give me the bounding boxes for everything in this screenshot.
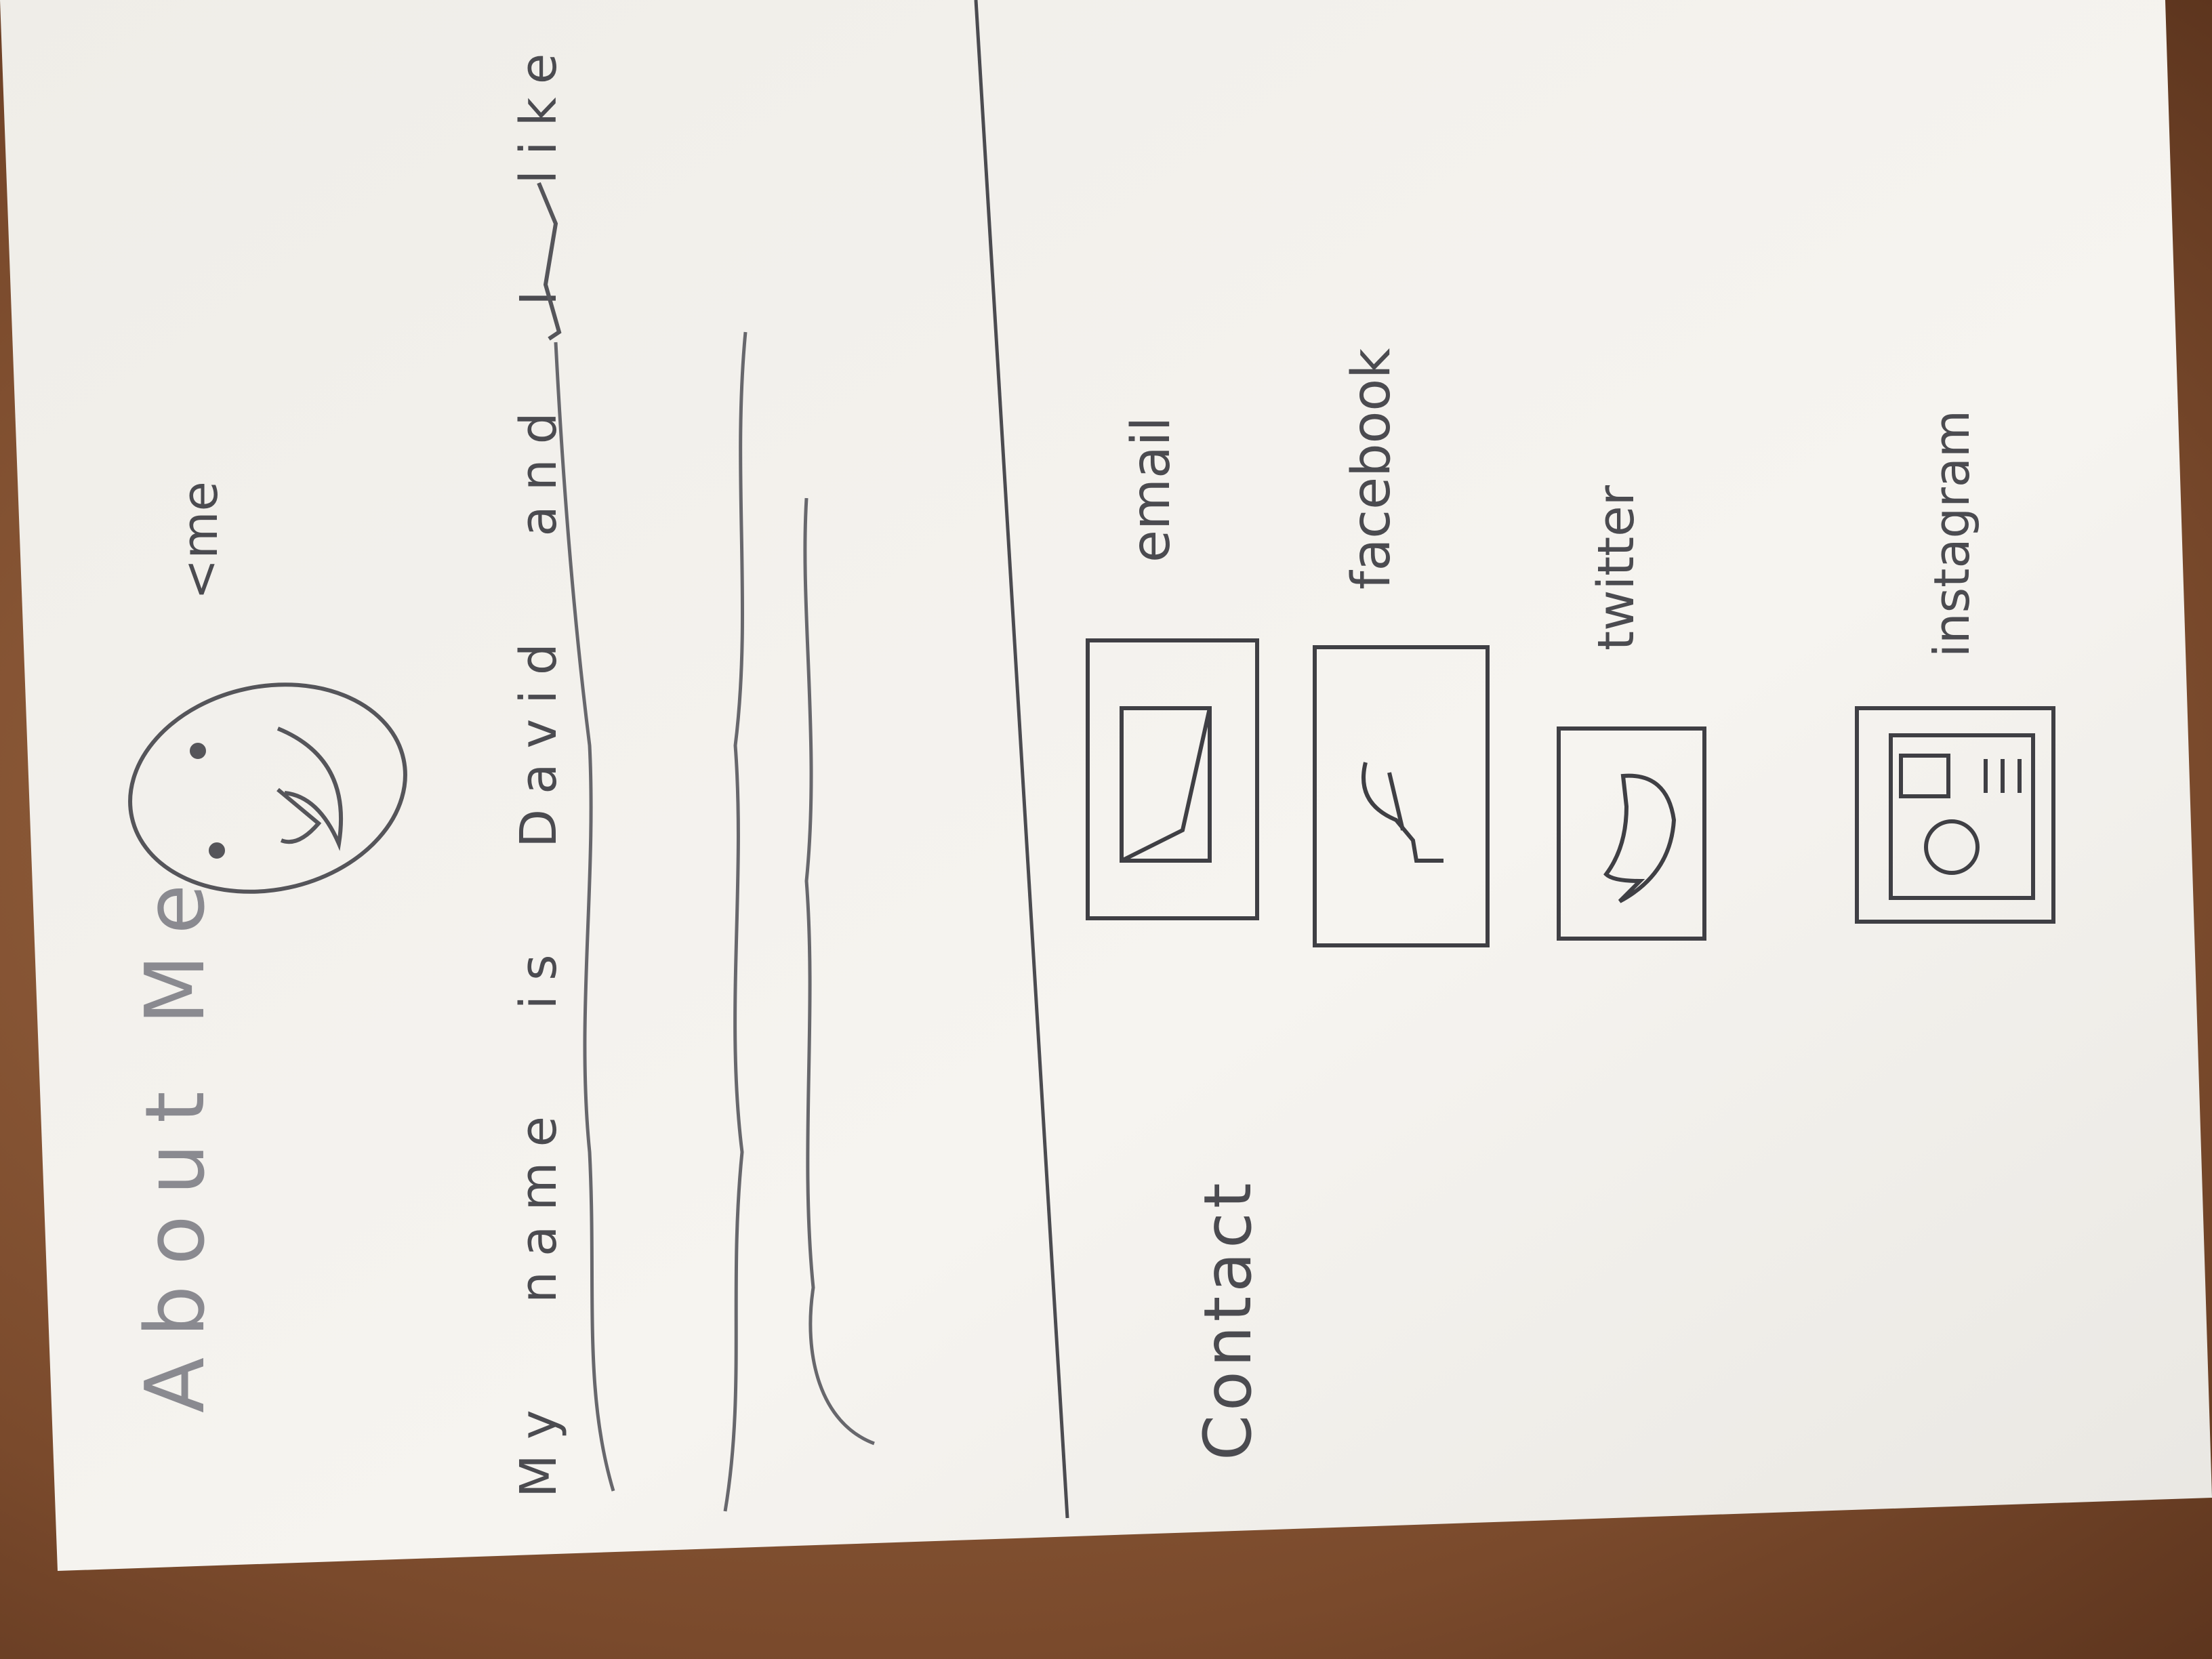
paper-sheet-drawing: About Me <me My name is David and I like… <box>0 0 2212 1571</box>
twitter-label: twitter <box>1587 485 1645 651</box>
contact-heading: Contact <box>1190 1179 1266 1461</box>
email-label: email <box>1121 417 1182 562</box>
wooden-table-background: About Me <me My name is David and I like… <box>0 0 2212 1659</box>
instagram-label: instagram <box>1923 410 1980 657</box>
intro-text: My name is David and I like to code <box>510 0 568 1498</box>
about-me-heading: About Me <box>129 864 223 1413</box>
me-label: <me <box>171 481 228 600</box>
paper-sheet <box>0 0 2212 1571</box>
facebook-label: facebook <box>1341 348 1402 590</box>
